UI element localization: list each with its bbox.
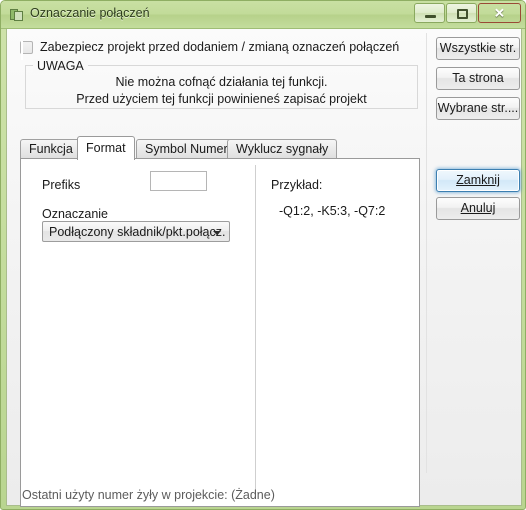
close-icon: ✕	[494, 5, 505, 21]
title-bar: Oznaczanie połączeń ✕	[1, 1, 525, 29]
close-button[interactable]: Zamknij	[436, 169, 520, 192]
dialog-window: Oznaczanie połączeń ✕ Zabezpiecz projekt…	[0, 0, 526, 510]
tab-wyklucz-sygnaly[interactable]: Wyklucz sygnały	[227, 139, 338, 159]
maximize-icon	[457, 9, 468, 19]
tab-funkcja[interactable]: Funkcja	[20, 139, 82, 159]
chevron-down-icon	[213, 231, 221, 235]
selected-pages-button[interactable]: Wybrane str....	[436, 97, 520, 120]
warning-text: Nie można cofnąć działania tej funkcji. …	[25, 74, 418, 108]
checkbox-inner	[21, 40, 23, 60]
protect-project-checkbox-row[interactable]: Zabezpiecz projekt przed dodaniem / zmia…	[20, 40, 400, 60]
marking-combobox[interactable]: Podłączony składnik/pkt.połącz.	[42, 221, 230, 242]
this-page-button[interactable]: Ta strona	[436, 67, 520, 90]
marking-combobox-value: Podłączony składnik/pkt.połącz.	[49, 225, 226, 239]
cancel-button-label: Anuluj	[460, 201, 496, 215]
tab-strip: Funkcja Format Symbol Numeru Wyklucz syg…	[20, 136, 420, 160]
prefix-label: Prefiks	[42, 178, 81, 192]
maximize-button[interactable]	[446, 3, 477, 23]
marking-label: Oznaczanie	[42, 207, 109, 221]
close-window-button[interactable]: ✕	[478, 3, 521, 23]
close-button-label: Zamknij	[456, 173, 500, 187]
warning-line-2: Przed użyciem tej funkcji powinieneś zap…	[76, 92, 367, 106]
warning-line-1: Nie można cofnąć działania tej funkcji.	[115, 75, 328, 89]
dialog-client-area: Zabezpiecz projekt przed dodaniem / zmia…	[6, 29, 522, 507]
status-bar: Ostatni użyty numer żyły w projekcie: (Ż…	[6, 487, 522, 506]
warning-group-legend: UWAGA	[33, 59, 88, 73]
example-label: Przykład:	[271, 178, 323, 192]
panel-divider	[255, 165, 256, 491]
status-text: Ostatni użyty numer żyły w projekcie: (Ż…	[22, 488, 275, 502]
protect-project-checkbox[interactable]	[20, 40, 33, 60]
window-icon	[9, 7, 25, 23]
cancel-button[interactable]: Anuluj	[436, 197, 520, 220]
window-title: Oznaczanie połączeń	[30, 6, 150, 20]
tab-content-panel: Prefiks Oznaczanie Podłączony składnik/p…	[20, 158, 420, 507]
prefix-input[interactable]	[150, 171, 207, 191]
protect-project-label: Zabezpiecz projekt przed dodaniem / zmia…	[40, 40, 400, 54]
button-column-separator	[426, 33, 427, 473]
minimize-button[interactable]	[414, 3, 445, 23]
all-pages-button[interactable]: Wszystkie str.	[436, 37, 520, 60]
minimize-icon	[425, 15, 436, 18]
example-value: -Q1:2, -K5:3, -Q7:2	[279, 204, 386, 218]
tab-format[interactable]: Format	[77, 136, 135, 160]
